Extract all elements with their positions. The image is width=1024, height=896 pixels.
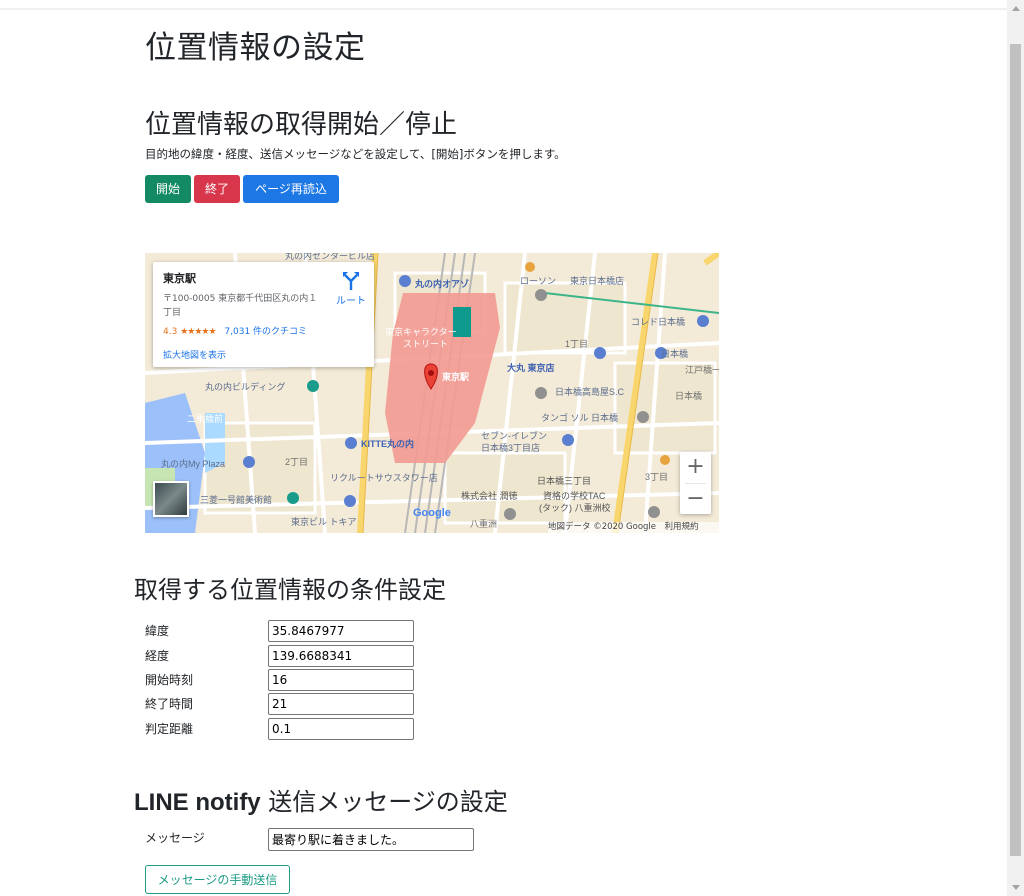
reload-page-button[interactable]: ページ再読込 (243, 175, 339, 203)
map-label-myplaza: 丸の内My Plaza (161, 458, 225, 469)
line-heading-rest: 送信メッセージの設定 (260, 788, 508, 816)
message-input[interactable] (268, 828, 474, 851)
start-button[interactable]: 開始 (145, 175, 191, 203)
route-button[interactable]: ルート (331, 270, 371, 310)
map-label-tokyo-nihonbashi: 東京日本橋店 (570, 275, 624, 286)
distance-input[interactable] (268, 718, 414, 740)
line-heading-bold: LINE notify (134, 789, 261, 816)
map-label-sanchome2: 3丁目 (645, 472, 668, 482)
enlarge-map-link[interactable]: 拡大地図を表示 (163, 348, 226, 361)
map-label-itchome: 1丁目 (565, 339, 588, 349)
map-label-oazo: 丸の内オアゾ (414, 278, 469, 289)
map-label-seven2: 日本橋3丁目店 (481, 442, 540, 453)
map-label-nihonbashi: 日本橋 (661, 348, 688, 359)
map-label-coredo: コレド日本橋 (631, 316, 685, 327)
longitude-label: 経度 (145, 649, 170, 663)
place-info-card: 東京駅 〒100-0005 東京都千代田区丸の内１丁目 4.3 ★★★★★ 7,… (153, 262, 374, 367)
end-time-label: 終了時間 (145, 697, 194, 711)
google-logo: Google (413, 507, 451, 519)
google-logo-text: Google (413, 507, 451, 519)
map-label-bldg-top: 丸の内センタービル店 (285, 253, 375, 261)
map-label-tac: 資格の学校TAC (543, 490, 606, 501)
zoom-in-button[interactable]: + (680, 452, 711, 482)
longitude-input[interactable] (268, 645, 414, 667)
rating-stars-icon: ★★★★★ (180, 327, 216, 337)
map-label-sanchome: 日本橋三丁目 (537, 475, 591, 486)
place-name: 東京駅 (163, 272, 196, 285)
directions-icon (343, 272, 359, 290)
map-label-takashimaya: 日本橋高島屋S.C (555, 386, 625, 397)
scroll-up-arrow-icon[interactable] (1007, 0, 1024, 17)
page-title: 位置情報の設定 (145, 30, 366, 66)
map-label-nijubashimae: 二重橋前 (187, 413, 223, 424)
message-label: メッセージ (145, 831, 205, 845)
latitude-label: 緯度 (145, 624, 170, 638)
scroll-thumb[interactable] (1010, 44, 1021, 856)
conditions-heading: 取得する位置情報の条件設定 (134, 576, 446, 604)
zoom-control: + − (680, 452, 711, 514)
place-rating: 4.3 ★★★★★ 7,031 件のクチコミ (163, 324, 307, 337)
map-label-nihonbashi-sta: 日本橋 (675, 390, 702, 401)
map-label-nichome: 2丁目 (285, 457, 308, 467)
rating-value: 4.3 (163, 327, 178, 337)
map-label-tac2: (タック) 八重洲校 (539, 502, 611, 513)
control-heading: 位置情報の取得開始／停止 (145, 110, 458, 140)
vertical-scrollbar[interactable] (1007, 0, 1024, 896)
map-label-mitsubishi: 三菱一号館美術館 (200, 494, 272, 505)
route-label: ルート (336, 296, 366, 307)
browser-top-edge (0, 0, 1007, 10)
start-time-input[interactable] (268, 669, 414, 691)
map-attribution[interactable]: 地図データ ©2020 Google 利用規約 (548, 522, 719, 533)
map-label-character: 東京キャラクター (385, 326, 457, 337)
map-label-kitte: KITTE丸の内 (361, 438, 414, 449)
map-label-tangosol: タンゴ ソル 日本橋 (541, 412, 618, 423)
line-heading: LINE notify 送信メッセージの設定 (134, 782, 508, 817)
map-label-yaesu: 八重洲 (470, 518, 497, 529)
control-description: 目的地の緯度・経度、送信メッセージなどを設定して、[開始]ボタンを押します。 (145, 147, 566, 161)
map-label-recruit: リクルートサウスタワー店 (330, 472, 438, 483)
distance-label: 判定距離 (145, 722, 194, 736)
map-label-daimaru: 大丸 東京店 (507, 362, 555, 373)
map-marker-label: 東京駅 (442, 371, 470, 382)
manual-send-button[interactable]: メッセージの手動送信 (145, 865, 290, 894)
map-label-seven: セブン-イレブン (481, 430, 547, 441)
map-label-character2: ストリート (403, 339, 448, 349)
satellite-toggle[interactable] (153, 481, 189, 517)
map-label-tokyo-building: 東京ビル トキア (291, 516, 357, 527)
zoom-out-button[interactable]: − (680, 484, 711, 514)
start-time-label: 開始時刻 (145, 673, 194, 687)
scroll-down-arrow-icon[interactable] (1007, 879, 1024, 896)
latitude-input[interactable] (268, 620, 414, 642)
map-label-marunouchi-bldg: 丸の内ビルディング (205, 381, 285, 392)
map-label-kabushiki: 株式会社 潤徳 (461, 490, 518, 501)
map-label-lawson: ローソン (520, 276, 556, 286)
stop-button[interactable]: 終了 (194, 175, 240, 203)
end-time-input[interactable] (268, 693, 414, 715)
place-address: 〒100-0005 東京都千代田区丸の内１丁目 (163, 294, 318, 318)
map-label-edobashi: 江戸橋一 (685, 364, 719, 375)
reviews-link[interactable]: 7,031 件のクチコミ (224, 327, 307, 337)
